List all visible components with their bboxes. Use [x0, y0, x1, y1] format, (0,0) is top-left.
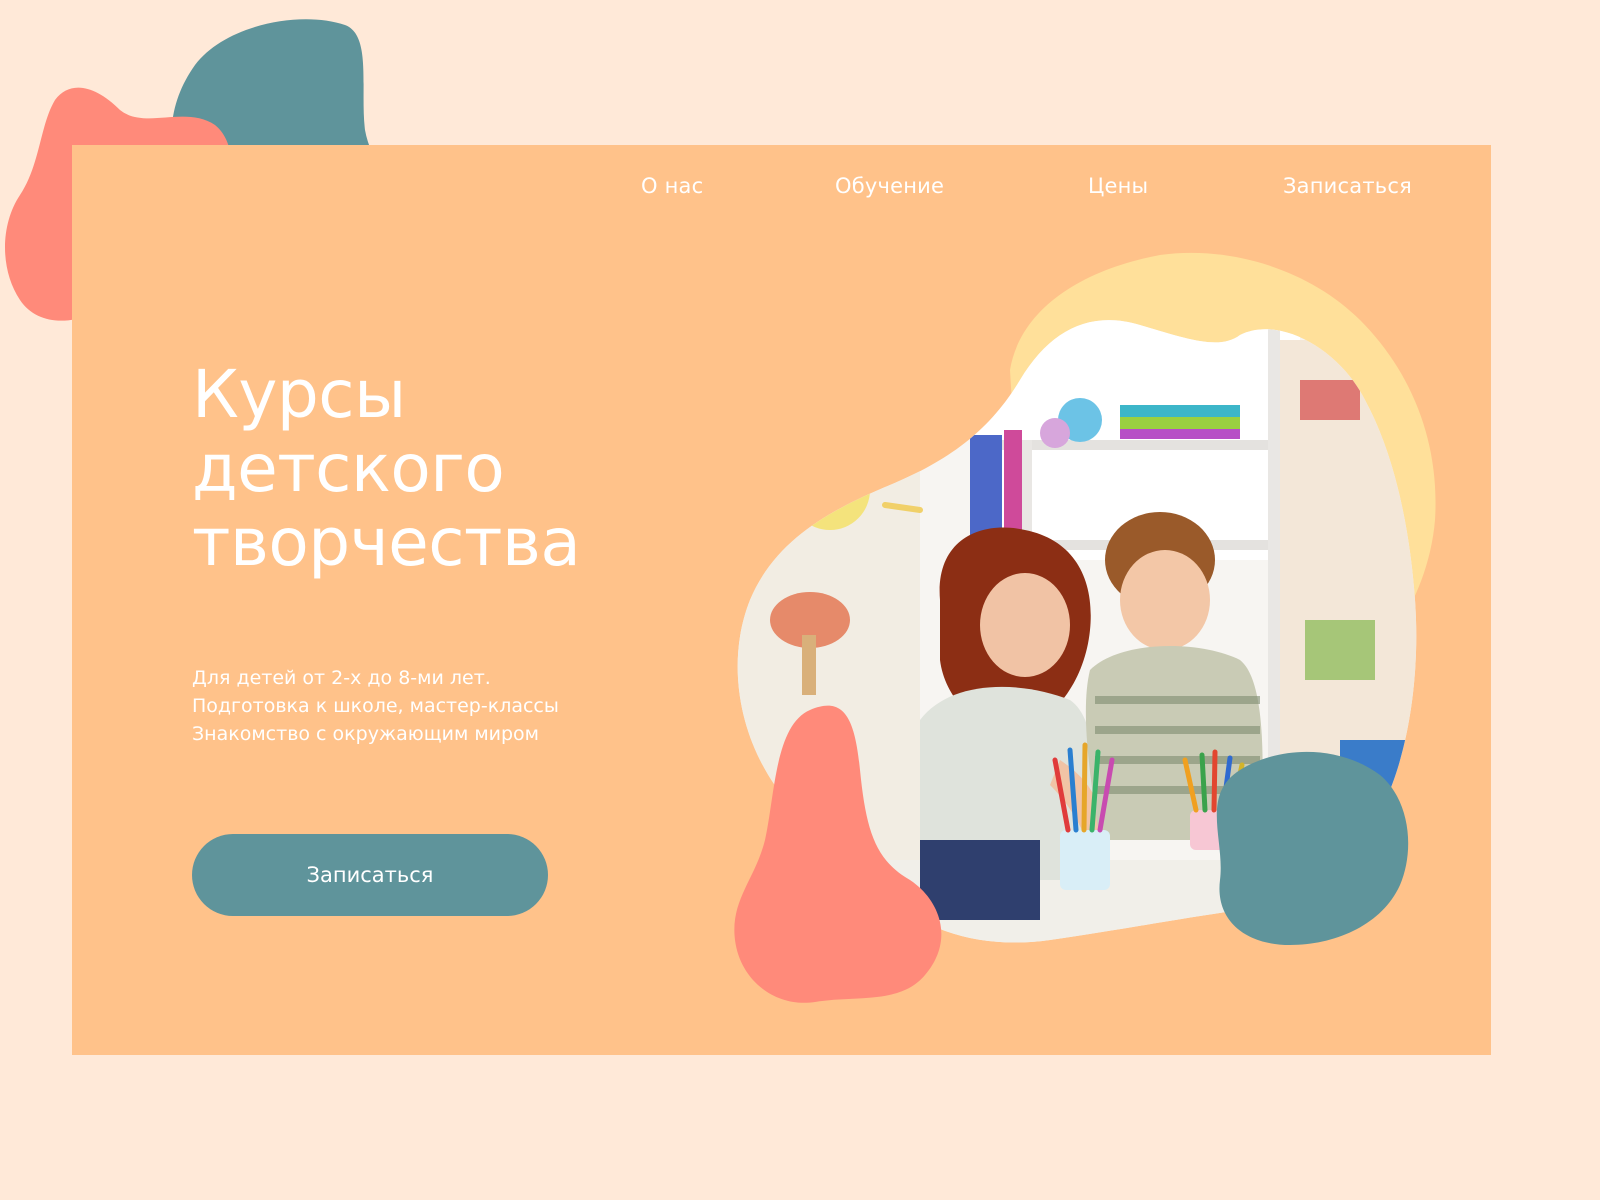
hero-subtitle-line: Знакомство с окружающим миром — [192, 723, 540, 745]
hero-subtitle: Для детей от 2-х до 8-ми лет. Подготовка… — [192, 664, 652, 748]
signup-button[interactable]: Записаться — [192, 834, 548, 916]
nav-item-education[interactable]: Обучение — [835, 174, 944, 198]
teal-blob-bottom — [1216, 751, 1409, 945]
hero-photo — [734, 252, 1436, 1003]
hero-subtitle-line: Для детей от 2-х до 8-ми лет. — [192, 667, 491, 689]
hero-subtitle-line: Подготовка к школе, мастер-классы — [192, 695, 559, 717]
top-navigation: О нас Обучение Цены Записаться — [0, 174, 1600, 214]
hero-title-line: Курсы — [192, 356, 406, 433]
nav-item-prices[interactable]: Цены — [1088, 174, 1148, 198]
nav-item-about[interactable]: О нас — [641, 174, 703, 198]
hero-title: Курсы детского творчества — [192, 358, 672, 580]
hero-title-line: творчества — [192, 504, 581, 581]
nav-item-signup[interactable]: Записаться — [1283, 174, 1412, 198]
hero-title-line: детского — [192, 430, 505, 507]
